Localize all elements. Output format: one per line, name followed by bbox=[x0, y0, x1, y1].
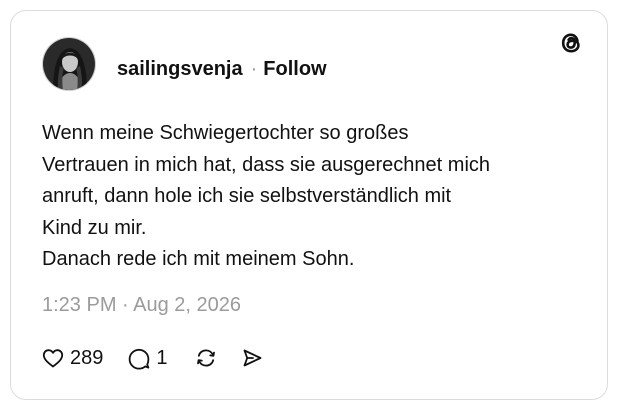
post-text-line: Wenn meine Schwiegertochter so großes bbox=[42, 122, 409, 144]
action-bar: 289 1 bbox=[41, 343, 264, 373]
post-text-line: Danach rede ich mit meinem Sohn. bbox=[42, 248, 355, 270]
post-text-line: Kind zu mir. bbox=[42, 216, 147, 239]
separator-dot: · bbox=[250, 58, 258, 80]
like-count: 289 bbox=[70, 346, 104, 369]
post-timestamp[interactable]: 1:23 PM · Aug 2, 2026 bbox=[42, 293, 241, 317]
like-button[interactable]: 289 bbox=[41, 346, 103, 370]
username[interactable]: sailingsvenja bbox=[117, 58, 243, 80]
reply-button[interactable]: 1 bbox=[127, 346, 168, 370]
heart-icon bbox=[41, 346, 65, 370]
post-card: sailingsvenja · Follow Wenn meine Schwiege… bbox=[10, 10, 608, 400]
comment-icon bbox=[127, 346, 151, 370]
avatar[interactable] bbox=[42, 37, 96, 91]
repost-icon bbox=[194, 346, 218, 370]
send-icon bbox=[240, 346, 264, 370]
threads-logo-icon[interactable] bbox=[557, 29, 585, 57]
post-text-line: anruft, dann hole ich sie selbstverständ… bbox=[42, 185, 452, 207]
share-button[interactable] bbox=[240, 346, 264, 370]
post-text: Wenn meine Schwiegertochter so großes Ve… bbox=[42, 118, 582, 276]
repost-button[interactable] bbox=[194, 346, 218, 370]
reply-count: 1 bbox=[156, 346, 168, 369]
follow-button[interactable]: Follow bbox=[263, 58, 326, 80]
post-header: sailingsvenja · Follow bbox=[117, 57, 327, 81]
post-text-line: Vertrauen in mich hat, dass sie ausgerec… bbox=[42, 153, 491, 176]
